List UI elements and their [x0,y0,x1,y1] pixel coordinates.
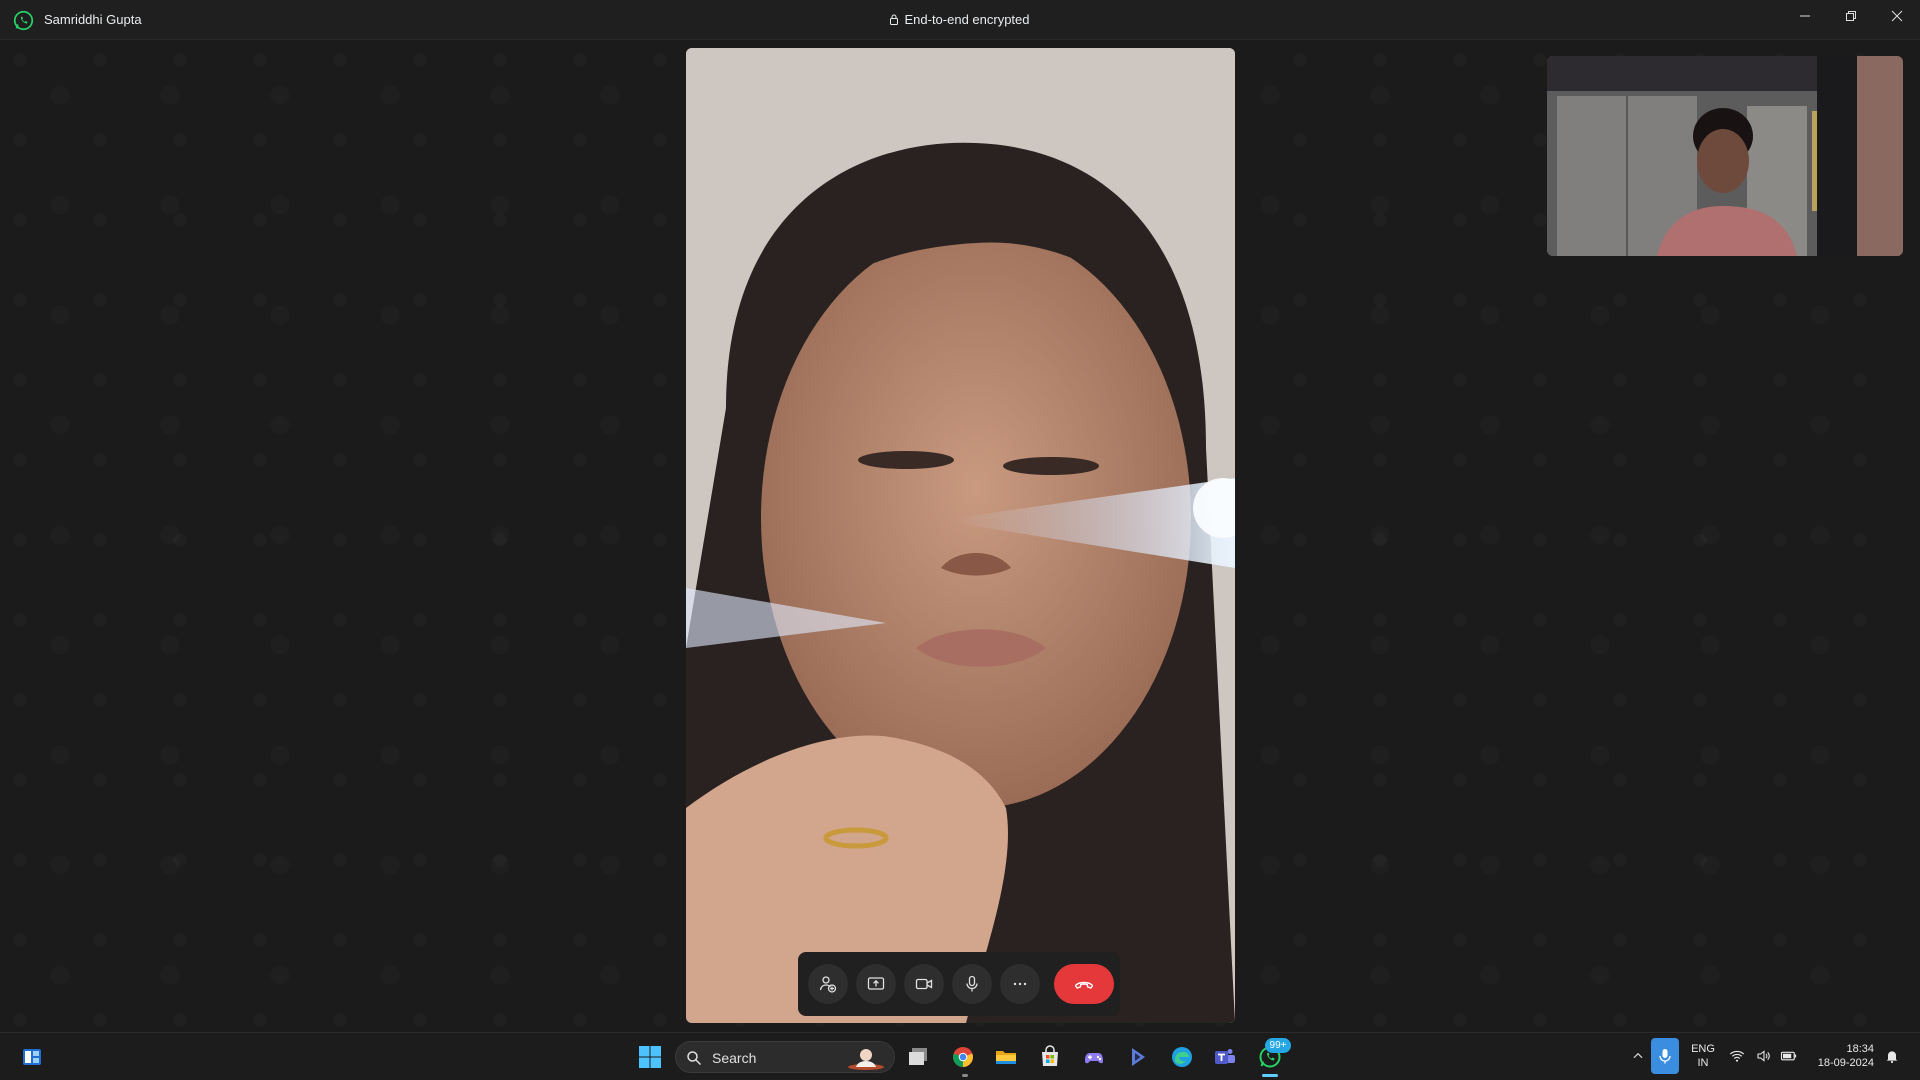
more-options-button[interactable] [1000,964,1040,1004]
game-controller-icon [1085,1053,1103,1064]
end-call-button[interactable] [1054,964,1114,1004]
microphone-in-use-indicator[interactable] [1651,1038,1679,1074]
widgets-icon [23,1049,41,1065]
minimize-icon [1800,15,1810,17]
microsoft-store-icon [1042,1045,1058,1066]
volume-status[interactable] [1753,1040,1775,1072]
search-placeholder: Search [712,1050,757,1066]
whatsapp-unread-badge: 99+ [1265,1038,1291,1053]
close-button[interactable] [1874,0,1920,32]
chrome-button[interactable] [947,1041,979,1073]
remote-participant-video [686,48,1235,1023]
video-camera-icon [915,978,933,990]
copilot-icon [1132,1048,1145,1066]
self-camera-preview [1547,56,1903,256]
clock[interactable]: 18:34 18-09-2024 [1808,1042,1874,1070]
battery-status[interactable] [1778,1040,1800,1072]
copilot-button[interactable] [1122,1041,1154,1073]
chrome-running-indicator [962,1074,968,1077]
encryption-label: End-to-end encrypted [904,12,1030,27]
microsoft-store-button[interactable] [1034,1041,1066,1073]
chrome-icon [953,1047,973,1067]
microphone-icon [966,975,978,992]
clock-date: 18-09-2024 [1817,1057,1874,1069]
add-participant-button[interactable] [808,964,848,1004]
minimize-button[interactable] [1782,0,1828,32]
region-code: IN [1697,1057,1709,1069]
teams-icon [1215,1049,1235,1064]
call-stage [0,40,1920,1032]
widgets-button[interactable] [16,1041,48,1073]
language-code: ENG [1691,1043,1715,1055]
share-screen-icon [867,977,885,990]
title-bar: Samriddhi Gupta End-to-end encrypted [0,0,1920,40]
self-video-frame [1547,56,1903,256]
file-explorer-icon [996,1051,1016,1064]
task-view-icon [909,1048,927,1065]
hang-up-icon [1074,981,1094,989]
edge-button[interactable] [1166,1041,1198,1073]
call-controls-bar [798,952,1120,1016]
edge-icon [1172,1047,1192,1067]
clock-time: 18:34 [1846,1043,1874,1055]
add-person-icon [819,976,837,993]
wifi-icon [1729,1050,1745,1062]
camera-toggle-button[interactable] [904,964,944,1004]
task-view-button[interactable] [903,1041,935,1073]
volume-icon [1757,1050,1770,1062]
encryption-status: End-to-end encrypted [0,12,1920,27]
close-icon [1891,10,1903,22]
microphone-active-icon [1659,1049,1671,1064]
remote-video-frame [686,48,1235,1023]
notifications-button[interactable] [1880,1040,1904,1072]
wifi-status[interactable] [1726,1040,1748,1072]
start-button[interactable] [634,1041,666,1073]
whatsapp-active-indicator [1262,1074,1278,1077]
microphone-toggle-button[interactable] [952,964,992,1004]
more-horizontal-icon [1013,982,1027,986]
taskbar-search[interactable]: Search [675,1041,895,1073]
restore-icon [1846,11,1856,21]
chevron-up-icon [1633,1052,1643,1059]
share-screen-button[interactable] [856,964,896,1004]
game-app-button[interactable] [1078,1041,1110,1073]
file-explorer-button[interactable] [990,1041,1022,1073]
battery-icon [1780,1051,1797,1061]
restore-button[interactable] [1828,0,1874,32]
start-icon [639,1046,661,1068]
show-hidden-icons-button[interactable] [1622,1040,1654,1072]
teams-button[interactable] [1209,1041,1241,1073]
lock-icon [890,14,899,25]
language-indicator[interactable]: ENG IN [1686,1042,1720,1070]
search-icon [687,1051,702,1066]
search-highlight-icon [848,1049,884,1070]
notification-bell-icon [1886,1051,1898,1064]
